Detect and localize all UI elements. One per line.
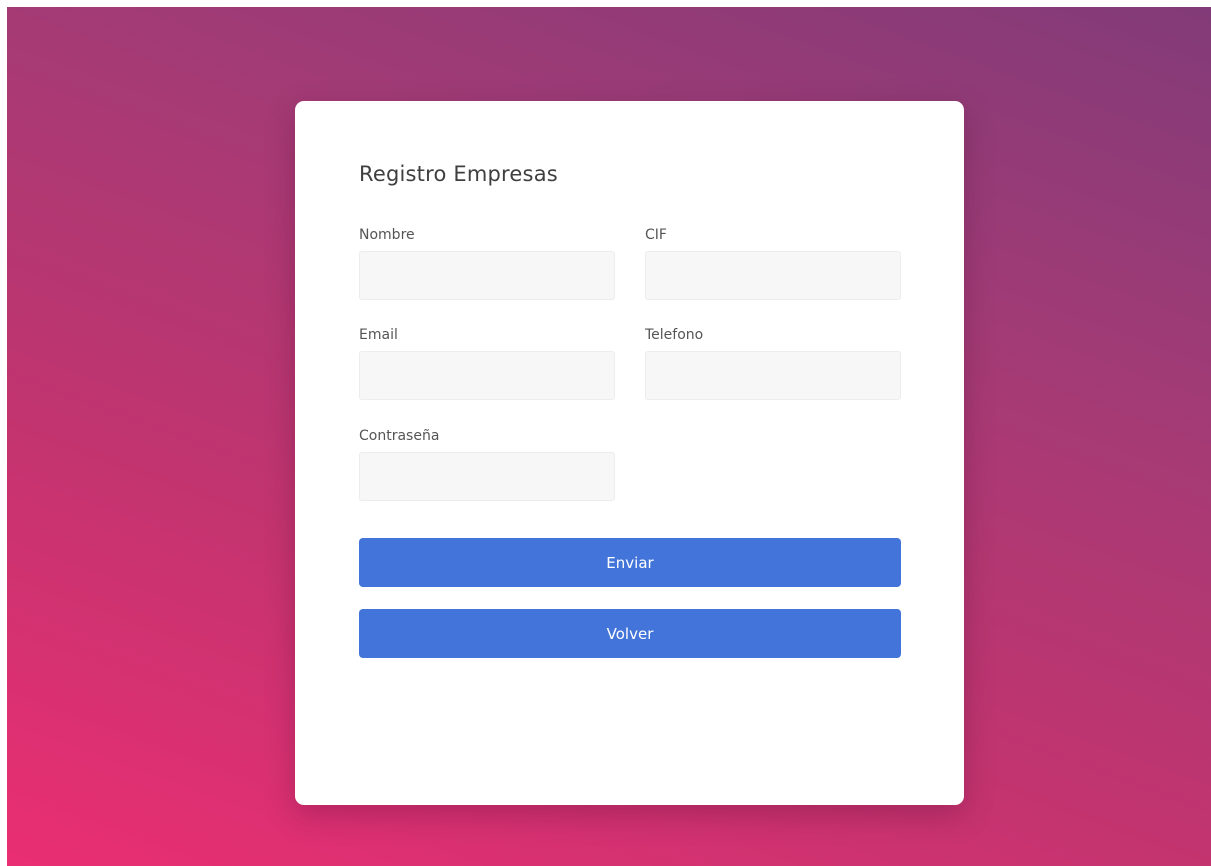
cif-label: CIF [645, 227, 667, 243]
submit-button[interactable]: Enviar [359, 538, 901, 587]
password-label: Contraseña [359, 428, 440, 444]
telefono-label: Telefono [645, 327, 704, 343]
email-input[interactable] [359, 351, 615, 400]
cif-input[interactable] [645, 251, 901, 300]
nombre-label: Nombre [359, 227, 415, 243]
nombre-input[interactable] [359, 251, 615, 300]
email-label: Email [359, 327, 398, 343]
back-button[interactable]: Volver [359, 609, 901, 658]
password-input[interactable] [359, 452, 615, 501]
form-title: Registro Empresas [359, 162, 558, 186]
telefono-input[interactable] [645, 351, 901, 400]
